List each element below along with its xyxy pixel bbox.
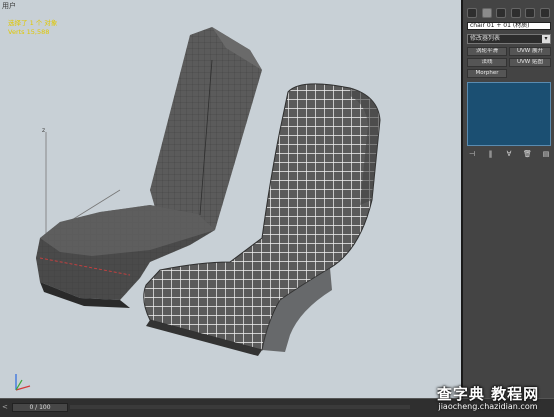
chevron-down-icon: ▾ — [542, 35, 550, 43]
motion-tab-icon[interactable] — [510, 8, 521, 18]
remove-modifier-icon[interactable]: 🗑 — [523, 150, 533, 159]
axis-tripod-icon — [15, 374, 31, 391]
utilities-tab-icon[interactable] — [539, 8, 550, 18]
modifier-list-dropdown[interactable]: 修改器列表 ▾ — [467, 34, 551, 44]
uvw-map-button[interactable]: UVW 贴图 — [509, 58, 551, 67]
uvw-unwrap-button[interactable]: UVW 展开 — [509, 47, 551, 56]
scene-canvas[interactable]: z — [0, 0, 461, 398]
svg-text:z: z — [42, 127, 45, 134]
time-slider-handle[interactable]: 0 / 100 — [12, 403, 68, 412]
show-end-result-icon[interactable]: ‖ — [486, 150, 496, 159]
pin-stack-icon[interactable]: ⊣ — [467, 150, 477, 159]
command-panel-tabs — [465, 6, 552, 20]
object-name-field[interactable]: chair 01 + 01 (材质) — [467, 22, 551, 30]
modifier-stack-toolbar: ⊣ ‖ ∀ 🗑 ▤ — [467, 150, 551, 160]
modify-tab-icon[interactable] — [481, 8, 492, 18]
make-unique-icon[interactable]: ∀ — [504, 150, 514, 159]
configure-sets-icon[interactable]: ▤ — [541, 150, 551, 159]
perspective-viewport[interactable]: 用户 选择了 1 个 对象 Verts 15,588 z — [0, 0, 463, 398]
display-tab-icon[interactable] — [525, 8, 536, 18]
watermark-logo: 查字典 教程网 jiaocheng.chazidian.com — [425, 383, 551, 415]
modifier-stack-list[interactable] — [467, 82, 551, 146]
watermark-url: jiaocheng.chazidian.com — [438, 402, 538, 411]
time-track[interactable] — [70, 405, 410, 409]
morpher-button[interactable]: Morpher — [467, 69, 507, 78]
command-panel: chair 01 + 01 (材质) 修改器列表 ▾ 涡轮平滑 UVW 展开 法… — [463, 0, 554, 398]
timeline-left-marker[interactable]: < — [2, 403, 8, 411]
normal-button[interactable]: 法线 — [467, 58, 507, 67]
turbosmooth-button[interactable]: 涡轮平滑 — [467, 47, 507, 56]
create-tab-icon[interactable] — [467, 8, 478, 18]
hierarchy-tab-icon[interactable] — [496, 8, 507, 18]
modifier-list-label: 修改器列表 — [470, 35, 501, 42]
watermark-title: 查字典 教程网 — [436, 385, 540, 403]
